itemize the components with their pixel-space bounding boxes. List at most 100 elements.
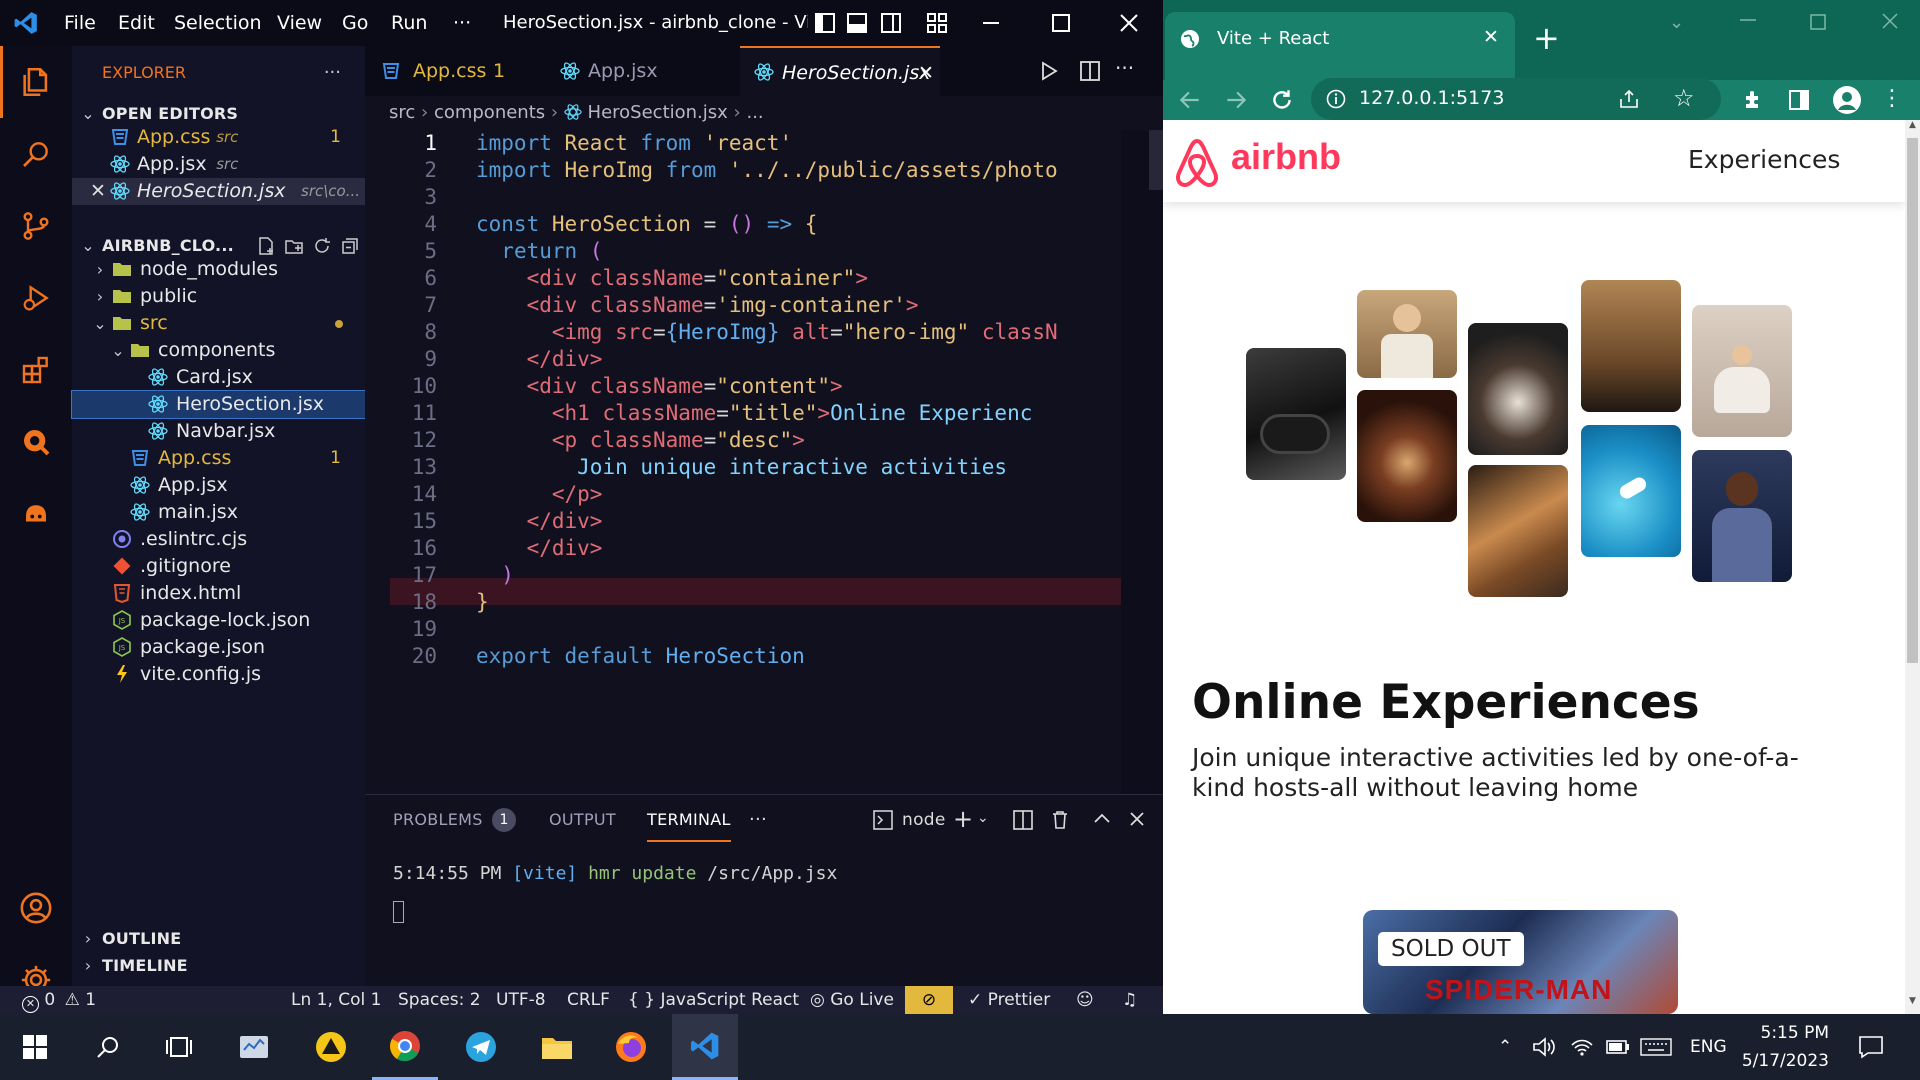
browser-minimize-icon[interactable] [1738,10,1758,30]
breadcrumb-src[interactable]: src [389,102,415,123]
new-tab-button[interactable]: + [1533,18,1560,58]
search-icon[interactable] [0,118,72,190]
cursor-position[interactable]: Ln 1, Col 1 [291,986,382,1014]
run-debug-icon[interactable] [0,262,72,334]
scroll-up-icon[interactable]: ▲ [1905,120,1920,135]
github-copilot-icon[interactable] [0,478,72,550]
code-line[interactable]: import HeroImg from '../../public/assets… [476,158,1096,182]
toggle-sidebar-icon[interactable] [814,12,836,34]
tab-app-css[interactable]: App.css 1 [365,46,540,96]
extensions-icon[interactable] [0,334,72,406]
file-tree-item[interactable]: JS package-lock.json [72,607,365,634]
feedback-icon[interactable]: ☺ [1076,986,1094,1014]
warning-app-icon[interactable] [298,1014,364,1080]
menu-go[interactable]: Go [342,0,368,46]
code-line[interactable]: ) [476,563,1096,587]
file-tree-item[interactable]: .gitignore [72,553,365,580]
file-tree-item[interactable]: ⌄ src [72,310,365,337]
code-line[interactable]: Join unique interactive activities [476,455,1096,479]
tab-problems[interactable]: PROBLEMS [393,795,483,845]
notification-center-icon[interactable] [1858,1014,1884,1080]
menu-view[interactable]: View [277,0,322,46]
open-editor-item[interactable]: ✕ HeroSection.jsx src\co... [72,178,365,205]
explorer-icon[interactable] [0,46,72,118]
tab-app-jsx[interactable]: App.jsx [540,46,740,96]
profile-avatar-icon[interactable] [1833,86,1861,114]
file-tree-item[interactable]: ⌄ components [72,337,365,364]
task-manager-icon[interactable] [221,1014,287,1080]
file-tree-item[interactable]: App.css 1 [72,445,365,472]
tab-close-icon[interactable]: ✕ [1483,26,1499,48]
close-editor-icon[interactable]: ✕ [90,178,106,205]
collapse-all-icon[interactable] [340,236,360,256]
go-live-button[interactable]: ◎ Go Live [810,986,894,1014]
source-control-icon[interactable] [0,190,72,262]
file-tree-item[interactable]: › node_modules [72,256,365,283]
keyboard-icon[interactable] [1640,1014,1672,1080]
airbnb-logo-text[interactable]: airbnb [1231,136,1341,178]
breadcrumb-symbol[interactable]: ... [746,102,763,123]
file-tree-item[interactable]: App.jsx [72,472,365,499]
file-tree-item[interactable]: › public [72,283,365,310]
experience-card-image[interactable]: SOLD OUT SPIDER-MAN [1363,910,1678,1014]
line-endings[interactable]: CRLF [567,986,610,1014]
breadcrumb-file[interactable]: HeroSection.jsx [588,102,728,123]
scrollbar-thumb[interactable] [1907,138,1918,663]
problems-status[interactable]: ✕ 0 ⚠ 1 [22,986,96,1014]
minimap[interactable] [1121,130,1163,794]
close-window-icon[interactable] [1118,12,1140,34]
browser-close-icon[interactable] [1881,12,1899,30]
file-tree-item[interactable]: Navbar.jsx [72,418,365,445]
code-line[interactable]: <h1 className="title">Online Experienc [476,401,1096,425]
chevron-down-icon[interactable]: ⌄ [977,810,989,826]
trash-icon[interactable] [1050,809,1070,831]
code-editor[interactable]: 1 import React from 'react' 2 import HeroIm… [365,130,1163,794]
menu-selection[interactable]: Selection [174,0,262,46]
scroll-down-icon[interactable]: ▼ [1905,996,1920,1011]
terminal-name[interactable]: node [902,795,946,845]
browser-maximize-icon[interactable] [1809,13,1827,31]
code-line[interactable]: <div className="content"> [476,374,1096,398]
file-explorer-icon[interactable] [524,1014,590,1080]
breadcrumb-components[interactable]: components [434,102,545,123]
toggle-panel-icon[interactable] [846,12,868,34]
refresh-icon[interactable] [312,236,332,256]
code-line[interactable]: export default HeroSection [476,644,1096,668]
menu-edit[interactable]: Edit [118,0,155,46]
side-panel-icon[interactable] [1787,88,1811,112]
share-icon[interactable] [1617,87,1641,111]
forward-arrow-icon[interactable] [1223,80,1253,120]
customize-layout-icon[interactable] [926,12,948,34]
minimize-icon[interactable] [980,12,1002,34]
indentation[interactable]: Spaces: 2 [398,986,481,1014]
code-line[interactable]: import React from 'react' [476,131,1096,155]
vscode-taskbar-icon[interactable] [672,1014,738,1080]
code-line[interactable]: <div className='img-container'> [476,293,1096,317]
url-bar[interactable]: 127.0.0.1:5173 ☆ [1311,78,1721,120]
tab-herosection-jsx[interactable]: HeroSection.jsx ✕ [740,46,940,96]
url-text[interactable]: 127.0.0.1:5173 [1359,87,1504,109]
quokka-icon[interactable] [0,406,72,478]
tab-output[interactable]: OUTPUT [549,795,616,845]
search-icon[interactable] [75,1014,141,1080]
volume-icon[interactable] [1532,1014,1556,1080]
open-editor-item[interactable]: App.css src 1 [72,124,365,151]
code-line[interactable]: </div> [476,536,1096,560]
code-line[interactable]: </p> [476,482,1096,506]
telegram-icon[interactable] [448,1014,514,1080]
account-icon[interactable] [0,872,72,944]
file-tree-item[interactable]: vite.config.js [72,661,365,688]
input-language[interactable]: ENG [1690,1014,1727,1080]
file-tree-item[interactable]: JS package.json [72,634,365,661]
file-tree-item[interactable]: .eslintrc.cjs [72,526,365,553]
editor-more-icon[interactable]: ··· [1115,56,1134,80]
open-editor-item[interactable]: App.jsx src [72,151,365,178]
clock-time[interactable]: 5:15 PM [1745,1020,1830,1046]
code-line[interactable]: } [476,590,1096,614]
split-terminal-icon[interactable] [1012,809,1034,831]
close-panel-icon[interactable] [1127,809,1147,829]
file-tree-item[interactable]: main.jsx [72,499,365,526]
file-tree-item[interactable]: index.html [72,580,365,607]
tab-terminal[interactable]: TERMINAL [647,798,731,842]
new-file-icon[interactable] [256,236,276,256]
